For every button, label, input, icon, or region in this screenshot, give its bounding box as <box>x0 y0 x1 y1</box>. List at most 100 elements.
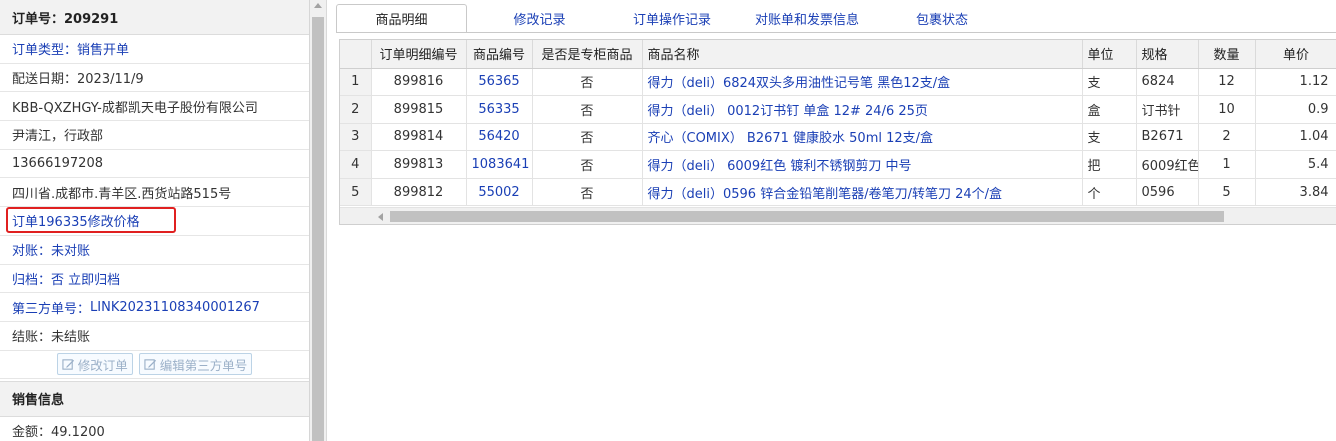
quantity: 12 <box>1198 68 1256 97</box>
scroll-up-arrow-icon[interactable] <box>314 3 322 8</box>
reconcile-value[interactable]: 未对账 <box>51 240 90 259</box>
edit-order-label: 修改订单 <box>77 358 128 373</box>
detail-id: 899812 <box>371 178 467 207</box>
third-party-order-number[interactable]: LINK20231108340001267 <box>90 300 260 315</box>
counter-flag: 否 <box>532 178 643 207</box>
product-id-link[interactable]: 56335 <box>466 95 533 124</box>
edit-icon <box>62 358 74 370</box>
delivery-date: 配送日期：2023/11/9 <box>0 64 309 93</box>
unit-price: 1.04 <box>1255 123 1336 152</box>
quantity: 2 <box>1198 123 1256 152</box>
spec: B2671 <box>1136 123 1199 152</box>
unit: 支 <box>1082 123 1137 152</box>
detail-id: 899816 <box>371 68 467 97</box>
col-header-counter-product[interactable]: 是否是专柜商品 <box>532 40 643 69</box>
product-id-link[interactable]: 56365 <box>466 68 533 97</box>
counter-flag: 否 <box>532 150 643 179</box>
product-name-link[interactable]: 得力（deli） 0012订书钉 单盒 12# 24/6 25页 <box>642 95 1083 124</box>
contact-person: 尹清江，行政部 <box>0 121 309 150</box>
order-type-row: 订单类型： 销售开单 <box>0 35 309 64</box>
settle-row: 结账： 未结账 <box>0 322 309 351</box>
product-name-link[interactable]: 齐心（COMIX） B2671 健康胶水 50ml 12支/盒 <box>642 123 1083 152</box>
col-header-product-name[interactable]: 商品名称 <box>642 40 1083 69</box>
col-header-detail-id[interactable]: 订单明细编号 <box>371 40 467 69</box>
scrollbar-thumb[interactable] <box>312 17 324 441</box>
unit-price: 0.9 <box>1255 95 1336 124</box>
row-number: 2 <box>340 95 372 124</box>
unit: 个 <box>1082 178 1137 207</box>
archive-row: 归档： 否 立即归档 <box>0 265 309 294</box>
tab-order-operation-log[interactable]: 订单操作记录 <box>612 4 732 32</box>
detail-id: 899815 <box>371 95 467 124</box>
settle-value: 未结账 <box>51 330 91 346</box>
product-table: 订单明细编号 商品编号 是否是专柜商品 商品名称 单位 规格 数量 单价 1 8… <box>340 40 1336 207</box>
spec: 6824 <box>1136 68 1199 97</box>
col-header-product-id[interactable]: 商品编号 <box>466 40 533 69</box>
sales-info-header: 销售信息 <box>0 380 309 417</box>
detail-id: 899814 <box>371 123 467 152</box>
table-header-row: 订单明细编号 商品编号 是否是专柜商品 商品名称 单位 规格 数量 单价 <box>340 40 1336 69</box>
tab-statement-invoice[interactable]: 对账单和发票信息 <box>732 4 882 32</box>
table-row[interactable]: 4 899813 1083641 否 得力（deli） 6009红色 镀利不锈钢… <box>340 150 1336 179</box>
left-panel-scrollbar[interactable] <box>310 0 327 441</box>
col-header-rownum <box>340 40 372 69</box>
delivery-address: 四川省.成都市.青羊区.西货站路515号 <box>0 178 309 208</box>
table-row[interactable]: 5 899812 55002 否 得力（deli）0596 锌合金铅笔削笔器/卷… <box>340 178 1336 207</box>
row-number: 1 <box>340 68 372 97</box>
unit: 盒 <box>1082 95 1137 124</box>
price-change-link[interactable]: 订单196335修改价格 <box>0 207 309 236</box>
edit-third-party-button[interactable]: 编辑第三方单号 <box>138 353 253 376</box>
col-header-quantity[interactable]: 数量 <box>1198 40 1256 69</box>
unit-price: 1.12 <box>1255 68 1336 97</box>
order-number-header: 订单号：209291 <box>0 0 309 35</box>
table-row[interactable]: 1 899816 56365 否 得力（deli）6824双头多用油性记号笔 黑… <box>340 68 1336 97</box>
quantity: 5 <box>1198 178 1256 207</box>
table-row[interactable]: 3 899814 56420 否 齐心（COMIX） B2671 健康胶水 50… <box>340 123 1336 152</box>
sales-amount: 金额：49.1200 <box>0 417 309 441</box>
detail-tabs: 商品明细 修改记录 订单操作记录 对账单和发票信息 包裹状态 <box>336 4 1002 32</box>
product-id-link[interactable]: 56420 <box>466 123 533 152</box>
tab-divider <box>336 32 1336 33</box>
col-header-unit-price[interactable]: 单价 <box>1255 40 1336 69</box>
product-name-link[interactable]: 得力（deli） 6009红色 镀利不锈钢剪刀 中号 <box>642 150 1083 179</box>
counter-flag: 否 <box>532 95 643 124</box>
counter-flag: 否 <box>532 123 643 152</box>
row-number: 3 <box>340 123 372 152</box>
product-name-link[interactable]: 得力（deli）0596 锌合金铅笔削笔器/卷笔刀/转笔刀 24个/盒 <box>642 178 1083 207</box>
tab-package-status[interactable]: 包裹状态 <box>882 4 1002 32</box>
product-id-link[interactable]: 1083641 <box>466 150 533 179</box>
row-number: 4 <box>340 150 372 179</box>
unit-price: 5.4 <box>1255 150 1336 179</box>
order-info-panel: 订单号：209291 订单类型： 销售开单 配送日期：2023/11/9 KBB… <box>0 0 310 441</box>
order-type-label: 订单类型： <box>12 43 78 59</box>
product-detail-grid: 订单明细编号 商品编号 是否是专柜商品 商品名称 单位 规格 数量 单价 1 8… <box>339 39 1336 225</box>
col-header-spec[interactable]: 规格 <box>1136 40 1199 69</box>
edit-icon <box>144 358 156 370</box>
unit: 支 <box>1082 68 1137 97</box>
quantity: 1 <box>1198 150 1256 179</box>
col-header-unit[interactable]: 单位 <box>1082 40 1137 69</box>
reconcile-row: 对账： 未对账 <box>0 236 309 265</box>
unit: 把 <box>1082 150 1137 179</box>
third-party-label: 第三方单号： <box>12 301 91 317</box>
tab-product-details[interactable]: 商品明细 <box>336 4 467 32</box>
scrollbar-thumb[interactable] <box>390 211 1224 222</box>
third-party-row: 第三方单号： LINK20231108340001267 <box>0 293 309 322</box>
table-row[interactable]: 2 899815 56335 否 得力（deli） 0012订书钉 单盒 12#… <box>340 95 1336 124</box>
horizontal-scrollbar[interactable] <box>340 207 1336 224</box>
order-type-value[interactable]: 销售开单 <box>77 39 129 58</box>
tab-modification-log[interactable]: 修改记录 <box>467 4 612 32</box>
reconcile-label: 对账： <box>12 244 52 260</box>
detail-id: 899813 <box>371 150 467 179</box>
edit-order-button[interactable]: 修改订单 <box>56 353 133 376</box>
scroll-left-arrow-icon[interactable] <box>378 213 383 221</box>
archive-action-link[interactable]: 否 立即归档 <box>51 269 120 288</box>
row-number: 5 <box>340 178 372 207</box>
order-actions: 修改订单 编辑第三方单号 <box>0 351 309 379</box>
spec: 订书针 <box>1136 95 1199 124</box>
edit-third-party-label: 编辑第三方单号 <box>159 358 248 373</box>
product-name-link[interactable]: 得力（deli）6824双头多用油性记号笔 黑色12支/盒 <box>642 68 1083 97</box>
product-id-link[interactable]: 55002 <box>466 178 533 207</box>
archive-label: 归档： <box>12 272 52 288</box>
settle-label: 结账： <box>12 330 52 346</box>
